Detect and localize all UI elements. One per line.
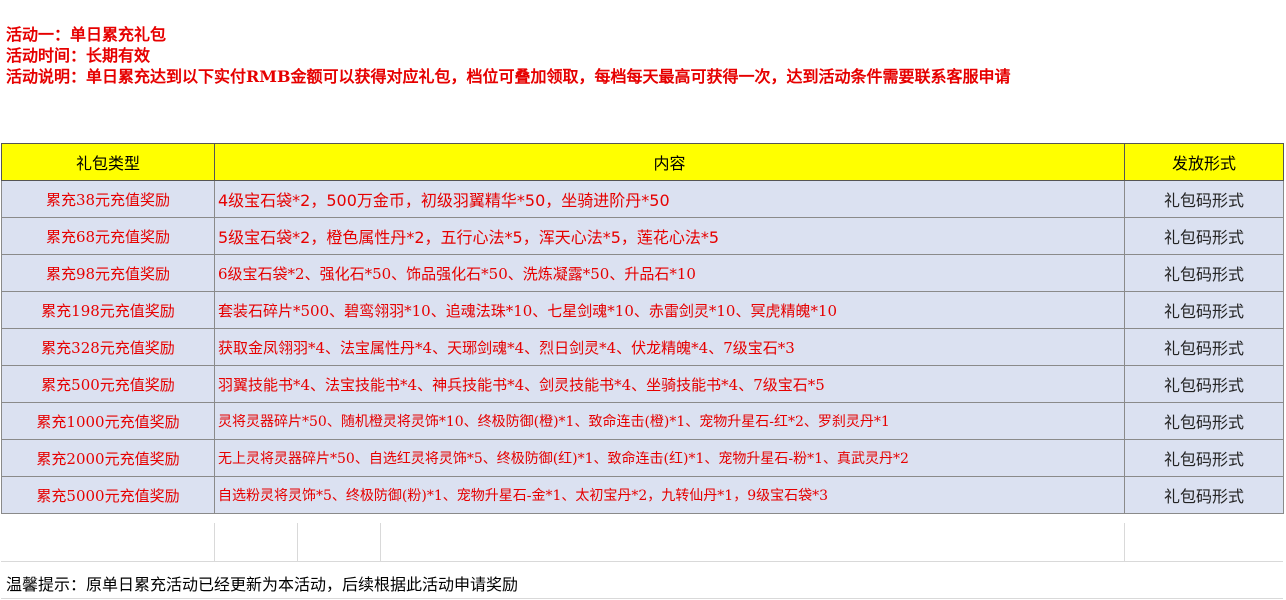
column-header-type[interactable]: 礼包类型 <box>1 143 215 181</box>
warm-tip: 温馨提示：原单日累充活动已经更新为本活动，后续根据此活动申请奖励 <box>6 575 519 594</box>
table-row: 累充5000元充值奖励 自选粉灵将灵饰*5、终极防御(粉)*1、宠物升星石-金*… <box>1 476 1284 514</box>
table-row: 累充68元充值奖励 5级宝石袋*2，橙色属性丹*2，五行心法*5，浑天心法*5，… <box>1 217 1284 255</box>
cell-delivery[interactable]: 礼包码形式 <box>1124 217 1284 255</box>
reward-table: 礼包类型 内容 发放形式 累充38元充值奖励 4级宝石袋*2，500万金币，初级… <box>1 143 1284 514</box>
cell-type[interactable]: 累充38元充值奖励 <box>1 180 215 218</box>
grid-line <box>1 598 1283 599</box>
spreadsheet-page: 活动一：单日累充礼包 活动时间：长期有效 活动说明：单日累充达到以下实付RMB金… <box>0 0 1286 600</box>
cell-type[interactable]: 累充328元充值奖励 <box>1 328 215 366</box>
table-row: 累充2000元充值奖励 无上灵将灵器碎片*50、自选红灵将灵饰*5、终极防御(红… <box>1 439 1284 477</box>
cell-content[interactable]: 羽翼技能书*4、法宝技能书*4、神兵技能书*4、剑灵技能书*4、坐骑技能书*4、… <box>214 365 1125 403</box>
cell-content[interactable]: 无上灵将灵器碎片*50、自选红灵将灵饰*5、终极防御(红)*1、致命连击(红)*… <box>214 439 1125 477</box>
empty-spreadsheet-row[interactable] <box>1 523 1283 562</box>
cell-delivery[interactable]: 礼包码形式 <box>1124 365 1284 403</box>
cell-type[interactable]: 累充198元充值奖励 <box>1 291 215 329</box>
table-row: 累充98元充值奖励 6级宝石袋*2、强化石*50、饰品强化石*50、洗炼凝露*5… <box>1 254 1284 292</box>
cell-delivery[interactable]: 礼包码形式 <box>1124 439 1284 477</box>
grid-line <box>214 523 215 561</box>
cell-type[interactable]: 累充2000元充值奖励 <box>1 439 215 477</box>
grid-line <box>297 523 298 561</box>
table-row: 累充38元充值奖励 4级宝石袋*2，500万金币，初级羽翼精华*50，坐骑进阶丹… <box>1 180 1284 218</box>
event-description: 活动说明：单日累充达到以下实付RMB金额可以获得对应礼包，档位可叠加领取，每档每… <box>6 67 1011 86</box>
table-row: 累充198元充值奖励 套装石碎片*500、碧鸾翎羽*10、追魂法珠*10、七星剑… <box>1 291 1284 329</box>
cell-content[interactable]: 4级宝石袋*2，500万金币，初级羽翼精华*50，坐骑进阶丹*50 <box>214 180 1125 218</box>
column-header-content[interactable]: 内容 <box>214 143 1125 181</box>
table-row: 累充328元充值奖励 获取金凤翎羽*4、法宝属性丹*4、天琊剑魂*4、烈日剑灵*… <box>1 328 1284 366</box>
event-time: 活动时间：长期有效 <box>6 46 151 65</box>
cell-type[interactable]: 累充68元充值奖励 <box>1 217 215 255</box>
grid-line <box>1124 523 1125 561</box>
column-header-delivery[interactable]: 发放形式 <box>1124 143 1284 181</box>
table-header-row: 礼包类型 内容 发放形式 <box>1 143 1284 181</box>
cell-delivery[interactable]: 礼包码形式 <box>1124 402 1284 440</box>
cell-content[interactable]: 灵将灵器碎片*50、随机橙灵将灵饰*10、终极防御(橙)*1、致命连击(橙)*1… <box>214 402 1125 440</box>
cell-type[interactable]: 累充98元充值奖励 <box>1 254 215 292</box>
cell-type[interactable]: 累充1000元充值奖励 <box>1 402 215 440</box>
cell-content[interactable]: 5级宝石袋*2，橙色属性丹*2，五行心法*5，浑天心法*5，莲花心法*5 <box>214 217 1125 255</box>
table-row: 累充1000元充值奖励 灵将灵器碎片*50、随机橙灵将灵饰*10、终极防御(橙)… <box>1 402 1284 440</box>
cell-content[interactable]: 获取金凤翎羽*4、法宝属性丹*4、天琊剑魂*4、烈日剑灵*4、伏龙精魄*4、7级… <box>214 328 1125 366</box>
cell-delivery[interactable]: 礼包码形式 <box>1124 476 1284 514</box>
cell-delivery[interactable]: 礼包码形式 <box>1124 254 1284 292</box>
cell-type[interactable]: 累充500元充值奖励 <box>1 365 215 403</box>
table-row: 累充500元充值奖励 羽翼技能书*4、法宝技能书*4、神兵技能书*4、剑灵技能书… <box>1 365 1284 403</box>
cell-delivery[interactable]: 礼包码形式 <box>1124 291 1284 329</box>
cell-type[interactable]: 累充5000元充值奖励 <box>1 476 215 514</box>
cell-delivery[interactable]: 礼包码形式 <box>1124 180 1284 218</box>
cell-delivery[interactable]: 礼包码形式 <box>1124 328 1284 366</box>
cell-content[interactable]: 6级宝石袋*2、强化石*50、饰品强化石*50、洗炼凝露*50、升品石*10 <box>214 254 1125 292</box>
event-title: 活动一：单日累充礼包 <box>6 25 167 44</box>
cell-content[interactable]: 自选粉灵将灵饰*5、终极防御(粉)*1、宠物升星石-金*1、太初宝丹*2，九转仙… <box>214 476 1125 514</box>
cell-content[interactable]: 套装石碎片*500、碧鸾翎羽*10、追魂法珠*10、七星剑魂*10、赤雷剑灵*1… <box>214 291 1125 329</box>
grid-line <box>380 523 381 561</box>
event-header: 活动一：单日累充礼包 活动时间：长期有效 活动说明：单日累充达到以下实付RMB金… <box>6 24 1011 87</box>
